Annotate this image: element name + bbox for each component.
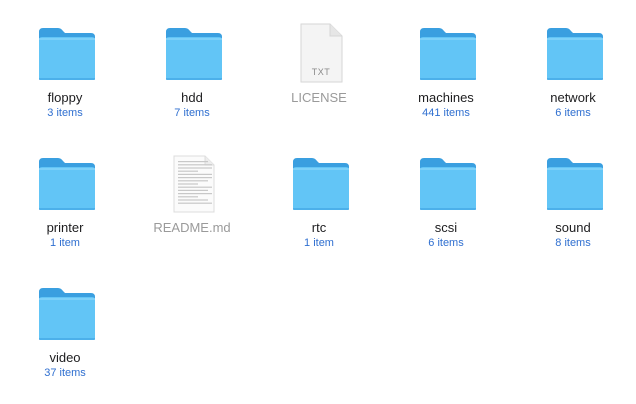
folder-item[interactable]: sound 8 items bbox=[518, 153, 628, 263]
item-count-label: 1 item bbox=[304, 237, 334, 249]
item-count-label: 3 items bbox=[47, 107, 83, 119]
file-item[interactable]: README.md bbox=[137, 153, 247, 263]
folder-icon-shape bbox=[293, 158, 349, 210]
folder-icon-shape bbox=[39, 158, 95, 210]
folder-icon bbox=[36, 153, 98, 215]
folder-icon-shape bbox=[166, 28, 222, 80]
item-name-label: printer bbox=[46, 220, 84, 235]
folder-icon-shape bbox=[547, 28, 603, 80]
item-count-label: 8 items bbox=[555, 237, 591, 249]
folder-icon bbox=[163, 23, 225, 85]
folder-item[interactable]: hdd 7 items bbox=[137, 23, 247, 133]
text-document-icon: TXT bbox=[290, 23, 352, 85]
item-count-label: 6 items bbox=[428, 237, 464, 249]
folder-icon-shape bbox=[39, 288, 95, 340]
item-count-label: 441 items bbox=[422, 107, 470, 119]
item-name-label: README.md bbox=[153, 220, 231, 235]
folder-item[interactable]: scsi 6 items bbox=[391, 153, 501, 263]
folder-item[interactable]: video 37 items bbox=[10, 283, 120, 393]
item-name-label: floppy bbox=[47, 90, 83, 105]
svg-text:TXT: TXT bbox=[312, 67, 331, 77]
folder-item[interactable]: rtc 1 item bbox=[264, 153, 374, 263]
folder-icon-shape bbox=[39, 28, 95, 80]
item-name-label: sound bbox=[555, 220, 591, 235]
folder-item[interactable]: network 6 items bbox=[518, 23, 628, 133]
folder-icon bbox=[290, 153, 352, 215]
item-name-label: machines bbox=[418, 90, 474, 105]
folder-item[interactable]: floppy 3 items bbox=[10, 23, 120, 133]
folder-icon bbox=[417, 23, 479, 85]
item-count-label: 1 item bbox=[50, 237, 80, 249]
item-name-label: video bbox=[49, 350, 81, 365]
item-name-label: scsi bbox=[434, 220, 458, 235]
item-name-label: network bbox=[550, 90, 596, 105]
folder-icon bbox=[36, 23, 98, 85]
folder-item[interactable]: machines 441 items bbox=[391, 23, 501, 133]
folder-icon bbox=[544, 23, 606, 85]
folder-item[interactable]: printer 1 item bbox=[10, 153, 120, 263]
item-name-label: rtc bbox=[311, 220, 327, 235]
file-item[interactable]: TXT LICENSE bbox=[264, 23, 374, 133]
item-name-label: hdd bbox=[181, 90, 203, 105]
item-count-label: 6 items bbox=[555, 107, 591, 119]
folder-icon-shape bbox=[420, 28, 476, 80]
item-name-label: LICENSE bbox=[291, 90, 347, 105]
folder-icon bbox=[544, 153, 606, 215]
folder-icon bbox=[417, 153, 479, 215]
file-icon-grid: floppy 3 items hdd 7 items TXT LICENSE mac… bbox=[0, 0, 636, 404]
folder-icon bbox=[36, 283, 98, 345]
folder-icon-shape bbox=[420, 158, 476, 210]
markdown-document-icon bbox=[163, 153, 225, 215]
folder-icon-shape bbox=[547, 158, 603, 210]
item-count-label: 7 items bbox=[174, 107, 210, 119]
item-count-label: 37 items bbox=[44, 367, 86, 379]
